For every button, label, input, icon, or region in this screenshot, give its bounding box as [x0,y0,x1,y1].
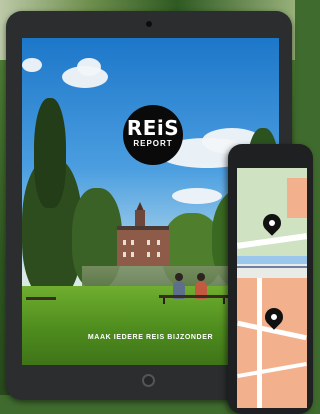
logo-main-text: REiS [126,116,180,140]
map-road [257,278,262,408]
phone-map-screen[interactable] [237,168,307,408]
camera-icon [146,21,152,27]
map-area [287,178,307,218]
map-water [237,256,307,264]
phone-device [228,144,313,414]
map-rail [237,266,307,268]
logo-sub-text: REPORT [133,139,173,148]
tree [34,98,66,208]
map-area [237,278,307,408]
cloud [77,58,101,76]
castle [117,202,169,266]
cloud [22,58,42,72]
bench [26,291,56,305]
bench-with-people [159,273,229,304]
cloud [172,188,222,204]
home-button-icon[interactable] [142,374,155,387]
reis-report-logo: REiS REPORT [123,105,183,165]
